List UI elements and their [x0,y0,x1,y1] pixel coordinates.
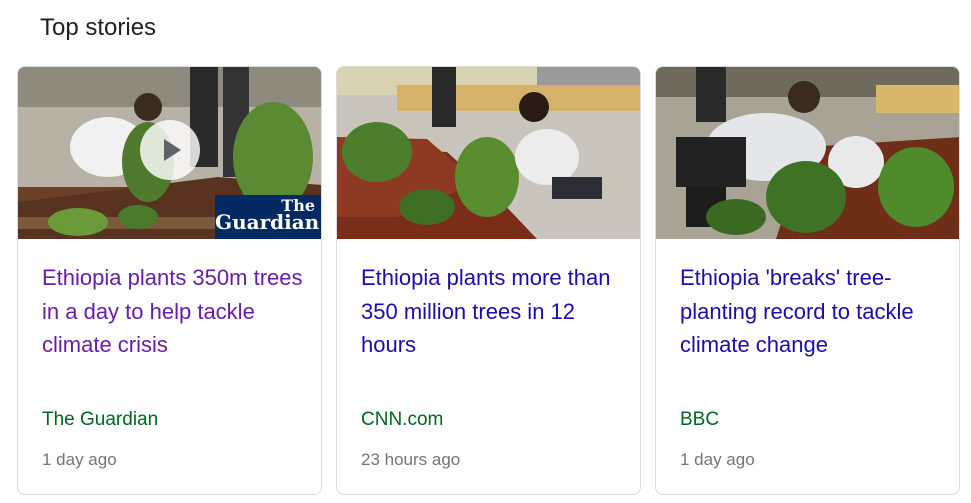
story-headline[interactable]: Ethiopia plants 350m trees in a day to h… [42,261,303,362]
story-card[interactable]: The Guardian Ethiopia plants 350m trees … [17,66,322,495]
story-headline[interactable]: Ethiopia 'breaks' tree-planting record t… [680,261,941,362]
story-source: BBC [680,409,720,430]
story-card[interactable]: Ethiopia 'breaks' tree-planting record t… [655,66,960,495]
story-age: 1 day ago [680,450,755,469]
section-title: Top stories [40,14,157,41]
story-age: 23 hours ago [361,450,461,469]
story-source: CNN.com [361,409,444,430]
guardian-logo: The Guardian [215,195,321,239]
story-source: The Guardian [42,409,159,430]
play-icon[interactable] [140,120,200,180]
story-thumbnail[interactable] [337,67,640,239]
story-thumbnail[interactable] [656,67,959,239]
story-headline[interactable]: Ethiopia plants more than 350 million tr… [361,261,622,362]
top-stories-carousel: The Guardian Ethiopia plants 350m trees … [17,66,960,495]
story-age: 1 day ago [42,450,117,469]
story-thumbnail[interactable]: The Guardian [18,67,321,239]
story-card[interactable]: Ethiopia plants more than 350 million tr… [336,66,641,495]
